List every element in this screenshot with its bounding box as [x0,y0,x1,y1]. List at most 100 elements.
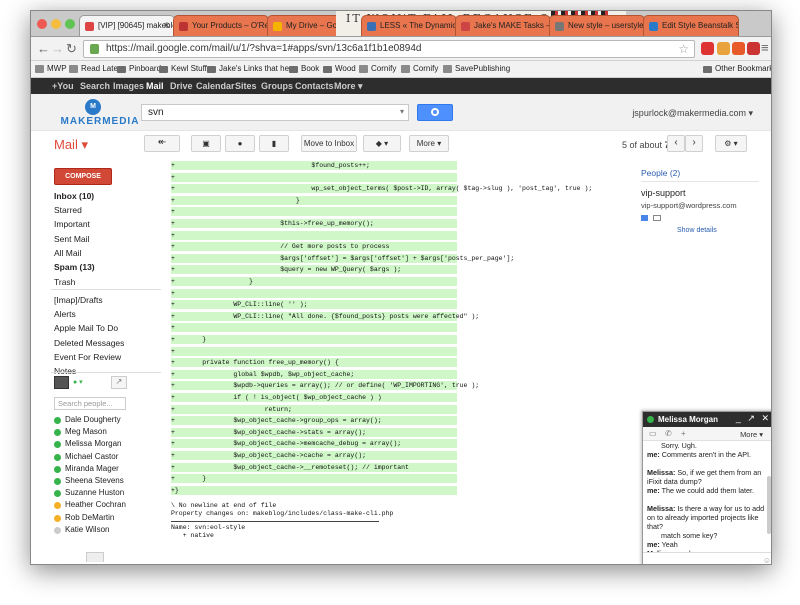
contact-item[interactable]: Michael Castor [54,452,118,461]
chat-icon[interactable] [641,215,648,221]
contact-item[interactable]: Heather Cochran [54,500,126,510]
gbar-sites[interactable]: Sites [235,81,257,91]
compose-button[interactable]: COMPOSE [54,168,112,185]
gbar-plus-you[interactable]: +You [52,81,74,91]
more-button[interactable]: More ▾ [409,135,449,152]
contact-item[interactable]: Katie Wilson [54,525,109,534]
sidebar-item[interactable]: Apple Mail To Do [54,323,118,333]
tab-less[interactable]: LESS « The Dynamic Sty [361,15,457,36]
emoji-icon[interactable]: ☺ [763,556,771,564]
delete-button[interactable]: ▮ [259,135,289,152]
bookmark-item[interactable]: Cornify [359,64,396,73]
new-hangout-button[interactable]: ↗ [111,376,127,389]
gbar-search[interactable]: Search [80,81,110,91]
gbar-mail[interactable]: Mail [146,81,164,91]
reload-icon[interactable]: ↻ [66,41,77,57]
bookmark-folder[interactable]: Jake's Links that he [207,64,289,73]
other-bookmarks[interactable]: Other Bookmarks [703,64,771,73]
mail-switcher[interactable]: Mail ▾ [54,137,88,153]
gbar-drive[interactable]: Drive [170,81,193,91]
bookmark-item[interactable]: Cornify [401,64,438,73]
bookmark-item[interactable]: SavePublishing [443,64,510,73]
search-people-input[interactable]: Search people... [54,397,126,410]
gbar-calendar[interactable]: Calendar [196,81,235,91]
contact-item[interactable]: Sheena Stevens [54,476,124,485]
back-icon[interactable]: ← [37,41,50,56]
address-bar[interactable]: https://mail.google.com/mail/u/1/?shva=1… [83,40,695,58]
report-spam-button[interactable]: ● [225,135,255,152]
settings-button[interactable]: ⚙ ▾ [715,135,747,152]
call-icon[interactable]: ✆ [665,429,672,438]
people-title[interactable]: People (2) [641,168,680,178]
contact-item[interactable]: Suzanne Huston [54,488,124,498]
sidebar-item[interactable]: Deleted Messages [54,338,124,348]
contact-item[interactable]: Melissa Morgan [54,439,121,449]
bookmark-folder[interactable]: Wood [323,64,356,73]
minimize-window-icon[interactable] [51,19,61,29]
bookmark-folder[interactable]: Book [289,64,319,73]
bookmark-item[interactable]: Read Later [69,64,121,73]
chat-header[interactable]: Melissa Morgan _ ↗ ✕ [643,412,771,427]
bookmark-folder[interactable]: Pinboard [117,64,161,73]
contact-item[interactable]: Rob DeMartin [54,513,114,522]
sidebar-item[interactable]: Inbox (10) [54,191,94,201]
sidebar-item[interactable]: Starred [54,205,82,215]
search-options-icon[interactable]: ▾ [400,107,404,116]
extension-s-icon[interactable] [701,42,714,55]
sidebar-item[interactable]: Event For Review [54,352,121,362]
chat-input[interactable]: ☺ [643,552,771,564]
diff-added-line: + } [171,474,457,484]
zoom-window-icon[interactable] [65,19,75,29]
sidebar-item[interactable]: Important [54,219,90,229]
show-details-link[interactable]: Show details [677,227,717,234]
tab-make-tasks[interactable]: Jake's MAKE Tasks – [455,15,551,36]
back-to-list-button[interactable]: ↞ [144,135,180,152]
avatar[interactable] [54,376,69,389]
account-menu[interactable]: jspurlock@makermedia.com ▾ [632,108,753,119]
labels-button[interactable]: ◆ ▾ [363,135,401,152]
move-to-inbox-button[interactable]: Move to Inbox [301,135,357,152]
chat-more-button[interactable]: More ▾ [740,430,763,439]
sidebar-item[interactable]: [Imap]/Drafts [54,295,103,305]
sidebar-item[interactable]: Notes [54,366,76,376]
sidebar-item[interactable]: Spam (13) [54,262,95,272]
bookmark-folder[interactable]: Kewl Stuff [159,64,207,73]
add-person-icon[interactable]: + [681,429,686,438]
tab-oreilly[interactable]: Your Products – O'Reill [173,15,269,36]
gbar-contacts[interactable]: Contacts [295,81,334,91]
email-icon[interactable] [653,215,661,221]
mail-search-input[interactable]: svn ▾ [141,104,409,121]
sidebar-item[interactable]: All Mail [54,248,81,258]
chat-window-controls[interactable]: _ ↗ ✕ [736,413,771,424]
chat-toggle-button[interactable] [86,552,104,562]
maker-media-logo[interactable]: M MAKERMEDIA [56,99,144,127]
sidebar-item[interactable]: Alerts [54,309,76,319]
chat-scrollbar[interactable] [767,476,771,534]
contact-item[interactable]: Meg Mason [54,427,107,437]
sidebar-item[interactable]: Sent Mail [54,234,89,244]
tab-vip[interactable]: [VIP] [90645] makeblog ✕ [79,15,175,36]
close-window-icon[interactable] [37,19,47,29]
forward-icon[interactable]: → [51,41,64,56]
archive-button[interactable]: ▣ [191,135,221,152]
search-button[interactable] [417,104,453,121]
contact-item[interactable]: Dale Dougherty [54,415,121,424]
video-icon[interactable]: ▭ [649,429,657,438]
close-tab-icon[interactable]: ✕ [163,21,170,30]
extension-shield-icon[interactable] [747,42,760,55]
newer-button[interactable]: ‹ [667,135,685,152]
bookmark-item[interactable]: MWP [35,64,67,73]
extension-envelope-icon[interactable] [717,42,730,55]
tab-beanstalk[interactable]: Edit Style Beanstalk SVN [643,15,739,36]
gbar-images[interactable]: Images [113,81,144,91]
status-dropdown-icon[interactable]: ● ▾ [73,378,83,386]
older-button[interactable]: › [685,135,703,152]
menu-icon[interactable]: ≡ [761,40,769,55]
gbar-more[interactable]: More ▾ [334,81,363,92]
gbar-groups[interactable]: Groups [261,81,293,91]
bookmark-star-icon[interactable]: ☆ [678,42,689,56]
extension-fox-icon[interactable] [732,42,745,55]
tab-userstyles[interactable]: New style – userstyles.o [549,15,645,36]
sidebar-item[interactable]: Trash [54,277,75,287]
contact-item[interactable]: Miranda Mager [54,464,119,473]
